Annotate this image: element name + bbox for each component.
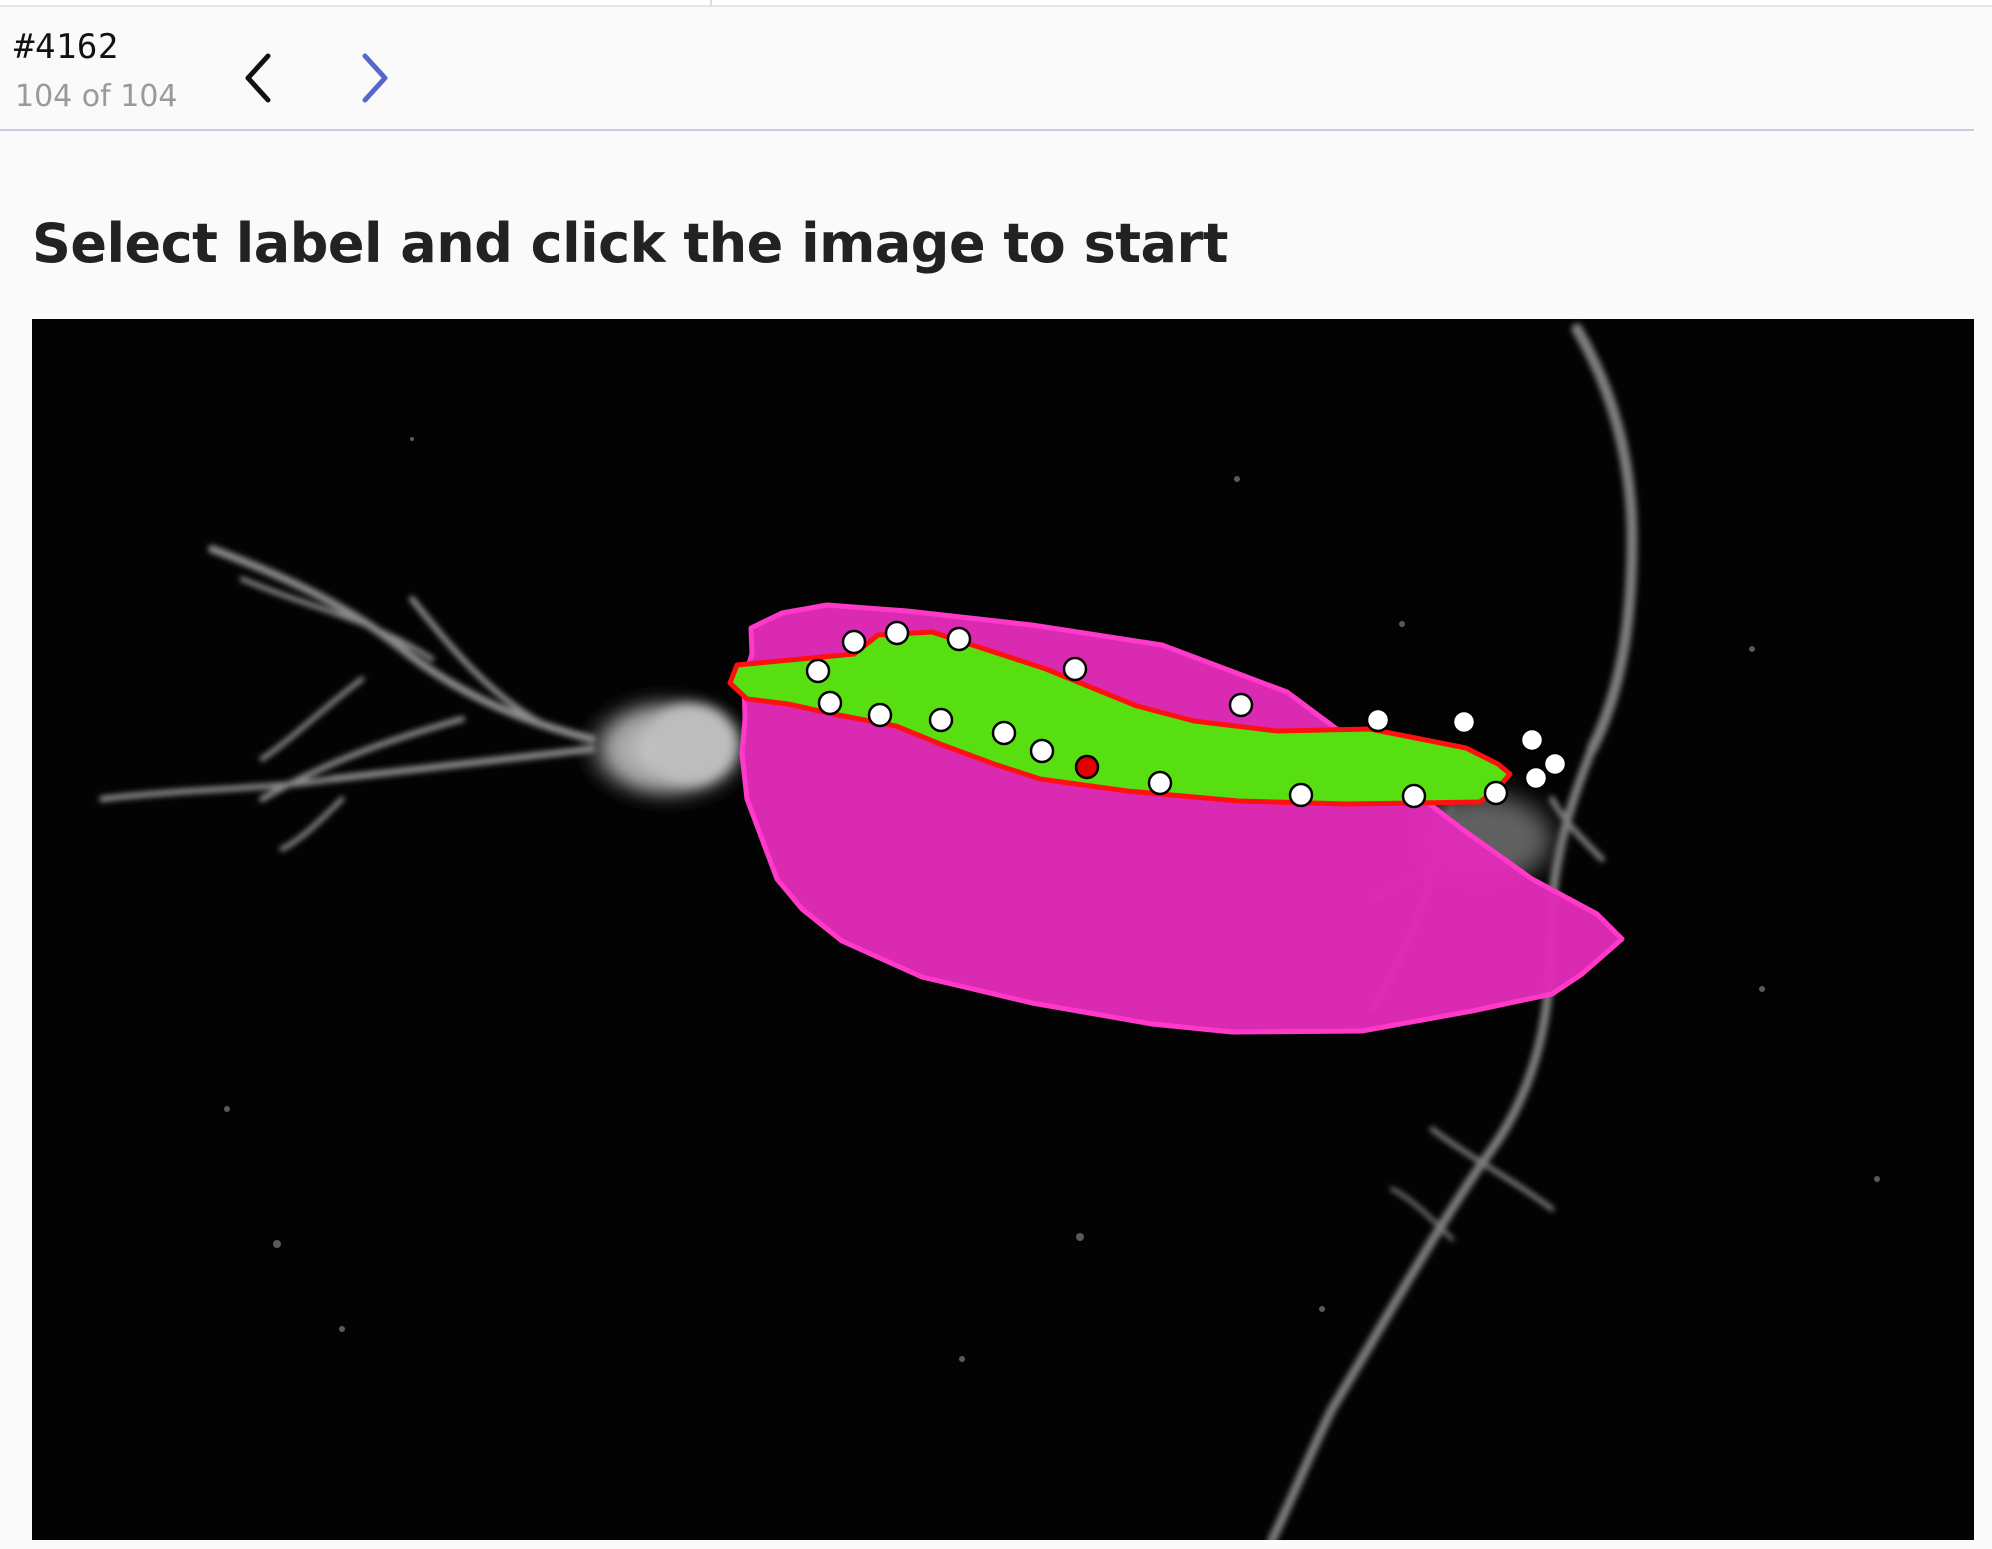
task-counter: 104 of 104 <box>15 79 178 114</box>
vertex-handle[interactable] <box>1062 656 1088 682</box>
vertex-handle[interactable] <box>867 702 893 728</box>
vertex-handle[interactable] <box>841 629 867 655</box>
vertex-handle[interactable] <box>884 620 910 646</box>
chevron-left-icon <box>245 53 271 103</box>
vertex-handle[interactable] <box>1483 780 1509 806</box>
vertex-handle[interactable] <box>1365 707 1391 733</box>
task-id: #4162 <box>14 27 119 67</box>
vertex-handle[interactable] <box>1519 727 1545 753</box>
chevron-right-icon <box>362 53 388 103</box>
previous-task-button[interactable] <box>228 43 288 113</box>
page-bottom-margin <box>0 1540 1992 1549</box>
top-strip-divider <box>710 0 712 6</box>
vertex-handle[interactable] <box>1401 783 1427 809</box>
task-header: #4162 104 of 104 <box>0 7 1992 131</box>
vertex-handle[interactable] <box>817 690 843 716</box>
vertex-handle[interactable] <box>805 658 831 684</box>
next-task-button[interactable] <box>345 43 405 113</box>
page-right-margin <box>1974 128 1992 1549</box>
vertex-handle[interactable] <box>1542 751 1568 777</box>
instruction-heading: Select label and click the image to star… <box>32 212 1228 275</box>
vertex-handle[interactable] <box>1523 765 1549 791</box>
vertex-handle[interactable] <box>1228 692 1254 718</box>
vertex-handle[interactable] <box>1147 770 1173 796</box>
top-strip <box>0 0 1992 7</box>
vertex-handle[interactable] <box>1288 782 1314 808</box>
vertex-handle[interactable] <box>928 707 954 733</box>
vertex-handle[interactable] <box>1029 738 1055 764</box>
vertex-handle[interactable] <box>991 720 1017 746</box>
microscopy-image[interactable] <box>32 319 1974 1540</box>
vertex-handle-active[interactable] <box>1074 754 1100 780</box>
vertex-handle[interactable] <box>1451 709 1477 735</box>
vertex-handle[interactable] <box>946 626 972 652</box>
annotation-canvas[interactable] <box>32 319 1974 1540</box>
